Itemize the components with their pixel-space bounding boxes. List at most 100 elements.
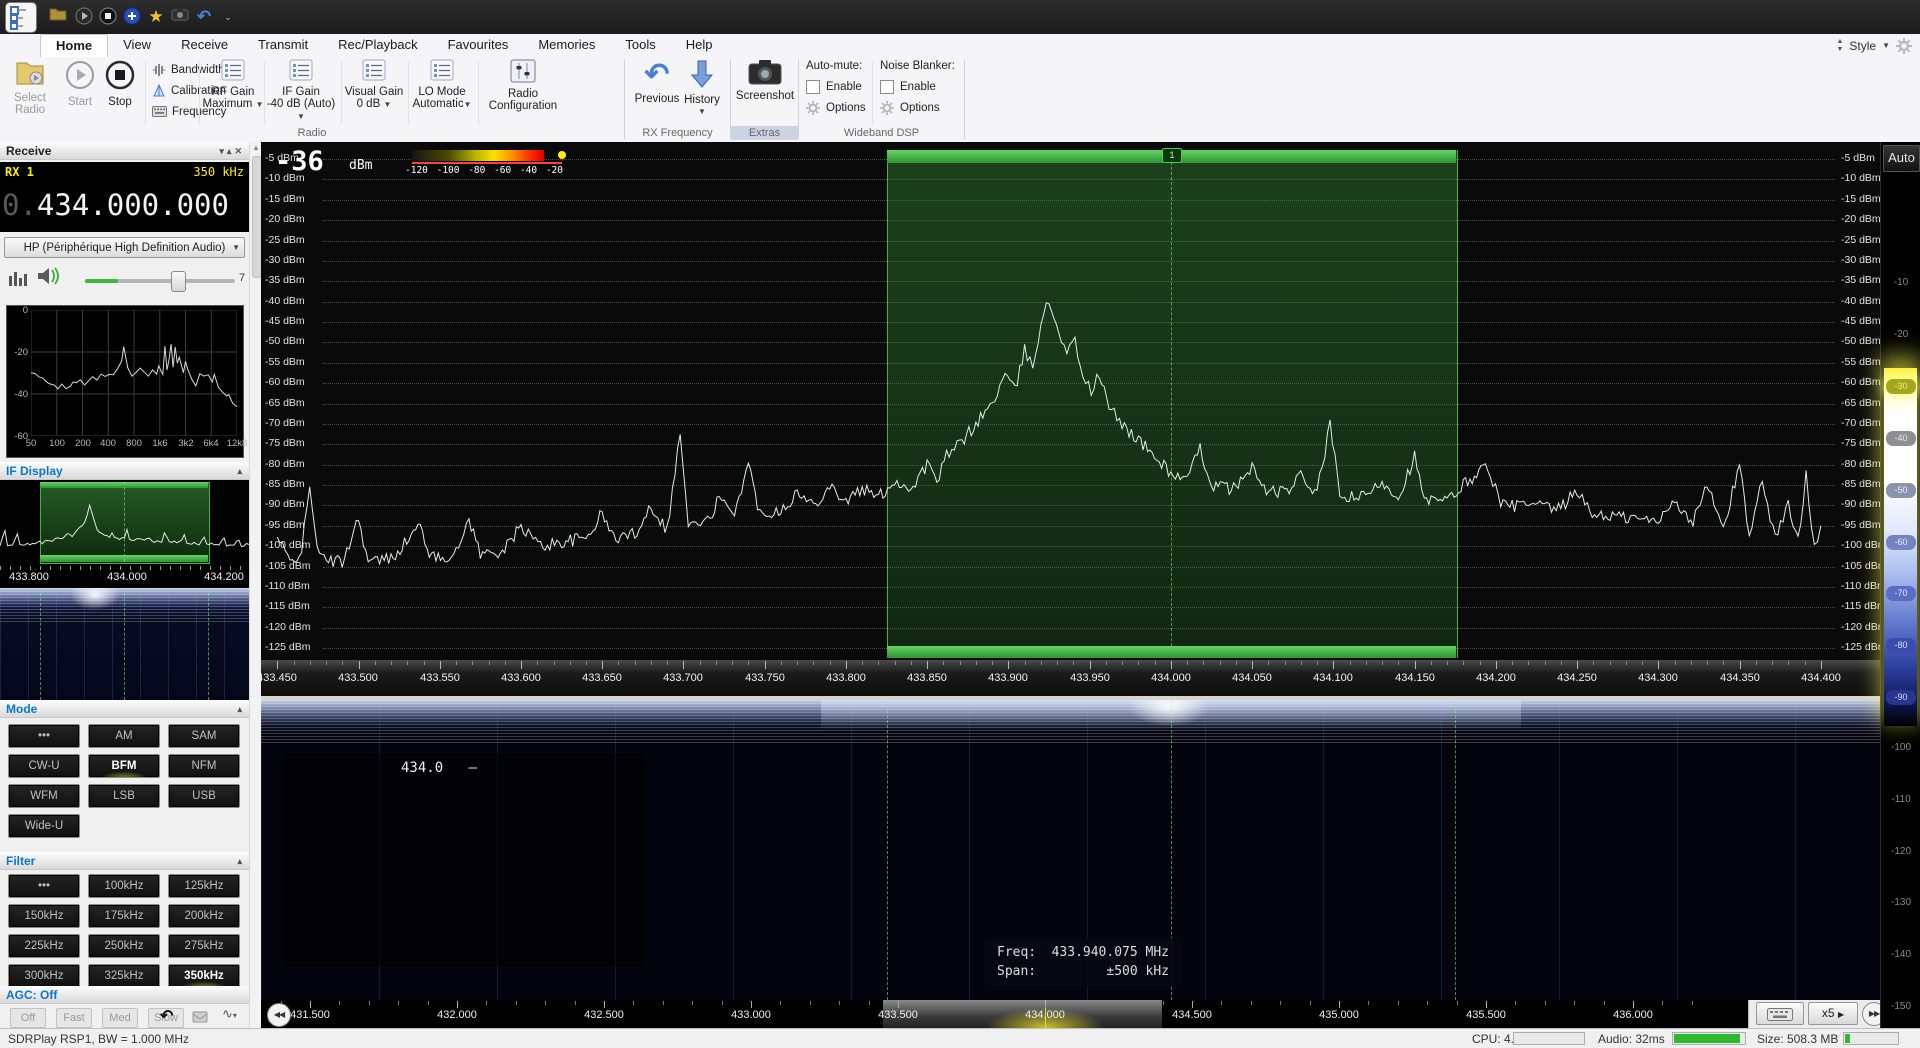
filter-button-200khz[interactable]: 200kHz bbox=[168, 904, 240, 928]
radio-configuration-button[interactable]: RadioConfiguration bbox=[482, 59, 564, 112]
volume-slider-handle[interactable] bbox=[171, 271, 186, 292]
mode-button-wide-u[interactable]: Wide-U bbox=[8, 814, 80, 838]
if-display-plot[interactable] bbox=[0, 480, 249, 566]
undo-icon[interactable]: ↶ bbox=[194, 7, 214, 27]
receive-panel-header[interactable]: Receive ▾▴✕ bbox=[0, 142, 249, 160]
band-navigation-bar[interactable]: 431.500432.000432.500433.000433.500434.0… bbox=[261, 1000, 1880, 1028]
speaker-icon[interactable] bbox=[36, 266, 60, 291]
mode-button-sam[interactable]: SAM bbox=[168, 724, 240, 748]
filter-button-175khz[interactable]: 175kHz bbox=[88, 904, 160, 928]
contrast-scale-pill[interactable]: -30 bbox=[1886, 379, 1916, 394]
agc-header[interactable]: AGC: Off bbox=[0, 986, 249, 1004]
mode-header[interactable]: Mode ▴ bbox=[0, 700, 249, 718]
select-radio-button[interactable]: SelectRadio bbox=[7, 59, 53, 116]
filter-button-150khz[interactable]: 150kHz bbox=[8, 904, 80, 928]
waveform-menu-icon[interactable]: ∿▾ bbox=[222, 1006, 237, 1022]
frequency-scale[interactable]: 433.450433.500433.550433.600433.650433.7… bbox=[261, 660, 1880, 696]
filter-button-350khz[interactable]: 350kHz bbox=[168, 964, 240, 988]
mode-button-wfm[interactable]: WFM bbox=[8, 784, 80, 808]
add-receiver-icon[interactable] bbox=[122, 7, 142, 27]
filter-button-275khz[interactable]: 275kHz bbox=[168, 934, 240, 958]
mode-button-usb[interactable]: USB bbox=[168, 784, 240, 808]
shift-left-button[interactable]: ◀◀ bbox=[267, 1003, 291, 1027]
mode-button-cw-u[interactable]: CW-U bbox=[8, 754, 80, 778]
tab-tools[interactable]: Tools bbox=[610, 34, 670, 56]
contrast-scale-pill[interactable]: -50 bbox=[1886, 483, 1916, 498]
panel-close-icon[interactable]: ✕ bbox=[234, 146, 245, 156]
rx-marker[interactable]: 1 bbox=[1162, 148, 1182, 163]
screenshot-button[interactable]: Screenshot bbox=[734, 59, 796, 102]
rf-gain-button[interactable]: RF Gain Maximum ▼ bbox=[202, 59, 264, 111]
if-gain-button[interactable]: IF Gain -40 dB (Auto) ▼ bbox=[263, 59, 339, 123]
noise-blanker-enable-checkbox[interactable]: Enable bbox=[880, 79, 936, 95]
stop-icon[interactable] bbox=[98, 7, 118, 27]
tab-memories[interactable]: Memories bbox=[523, 34, 610, 56]
app-logo-icon[interactable] bbox=[5, 2, 37, 33]
mode-button-nfm[interactable]: NFM bbox=[168, 754, 240, 778]
history-button[interactable]: History ▼ bbox=[680, 59, 724, 118]
lo-mode-button[interactable]: LO Mode Automatic▼ bbox=[410, 59, 474, 111]
tab-rec-playback[interactable]: Rec/Playback bbox=[323, 34, 432, 56]
contrast-scale-pill[interactable]: -40 bbox=[1886, 431, 1916, 446]
tab-transmit[interactable]: Transmit bbox=[243, 34, 323, 56]
play-icon[interactable] bbox=[74, 7, 94, 27]
mode-button-lsb[interactable]: LSB bbox=[88, 784, 160, 808]
if-display-header[interactable]: IF Display ▴ bbox=[0, 462, 249, 480]
tab-help[interactable]: Help bbox=[671, 34, 728, 56]
record-folder-icon[interactable] bbox=[192, 1010, 208, 1028]
favourite-star-icon[interactable]: ★ bbox=[146, 7, 166, 27]
contrast-scale-pill[interactable]: -60 bbox=[1886, 535, 1916, 550]
waterfall-display[interactable]: 434.0 – Freq:433.940.075 MHz Span:±500 k… bbox=[261, 700, 1880, 1000]
contrast-scale-pill[interactable]: -70 bbox=[1886, 586, 1916, 601]
collapse-icon[interactable]: ▴ bbox=[237, 704, 245, 714]
keyboard-entry-button[interactable] bbox=[1756, 1002, 1804, 1025]
stop-button[interactable]: Stop bbox=[101, 59, 139, 108]
if-waterfall[interactable] bbox=[0, 588, 249, 700]
agc-button-fast[interactable]: Fast bbox=[56, 1008, 92, 1028]
visual-gain-button[interactable]: Visual Gain 0 dB ▼ bbox=[342, 59, 406, 111]
panel-menu-icon[interactable]: ▾ bbox=[219, 146, 227, 156]
tab-receive[interactable]: Receive bbox=[166, 34, 243, 56]
spectrum-display[interactable]: 1 -5 dBm-10 dBm-15 dBm-20 dBm-25 dBm-30 … bbox=[261, 142, 1880, 660]
previous-frequency-button[interactable]: ↶ Previous bbox=[630, 59, 684, 105]
updown-chevrons-icon[interactable]: ▲▼ bbox=[1836, 38, 1843, 54]
mode-button-am[interactable]: AM bbox=[88, 724, 160, 748]
style-dropdown-icon[interactable]: ▼ bbox=[1882, 41, 1890, 50]
agc-button-med[interactable]: Med bbox=[102, 1008, 138, 1028]
mode-button-dots[interactable]: ••• bbox=[8, 724, 80, 748]
quickbar-dropdown-icon[interactable]: ⌄ bbox=[218, 7, 238, 27]
settings-gear-icon[interactable] bbox=[1896, 38, 1912, 54]
frequency-display[interactable]: RX 1 350 kHz 0.434.000.000 bbox=[0, 162, 249, 232]
auto-mute-enable-checkbox[interactable]: Enable bbox=[806, 79, 862, 95]
filter-button-dots[interactable]: ••• bbox=[8, 874, 80, 898]
auto-mute-options-button[interactable]: Options bbox=[806, 100, 866, 116]
shift-right-button[interactable]: ▶▶ bbox=[1862, 1002, 1880, 1026]
auto-gain-button[interactable]: Auto bbox=[1883, 145, 1920, 172]
audio-device-select[interactable]: HP (Périphérique High Definition Audio)▼ bbox=[4, 237, 245, 258]
collapse-icon[interactable]: ▴ bbox=[237, 856, 245, 866]
filter-button-250khz[interactable]: 250kHz bbox=[88, 934, 160, 958]
tab-view[interactable]: View bbox=[108, 34, 166, 56]
mode-button-bfm[interactable]: BFM bbox=[88, 754, 160, 778]
style-menu[interactable]: Style bbox=[1849, 39, 1876, 53]
collapse-icon[interactable]: ▴ bbox=[237, 466, 245, 476]
equalizer-icon[interactable] bbox=[8, 268, 30, 291]
zoom-level-button[interactable]: x5 ▶ bbox=[1808, 1002, 1858, 1025]
contrast-scale-pill[interactable]: -90 bbox=[1886, 690, 1916, 705]
contrast-scale-pill[interactable]: -80 bbox=[1886, 638, 1916, 653]
start-button[interactable]: Start bbox=[61, 59, 99, 108]
filter-button-125khz[interactable]: 125kHz bbox=[168, 874, 240, 898]
camera-icon[interactable] bbox=[170, 7, 190, 27]
tab-home[interactable]: Home bbox=[40, 34, 108, 58]
agc-button-off[interactable]: Off bbox=[10, 1008, 46, 1028]
filter-button-325khz[interactable]: 325kHz bbox=[88, 964, 160, 988]
undo-arrow-icon[interactable]: ↶ bbox=[160, 1006, 173, 1026]
filter-button-225khz[interactable]: 225kHz bbox=[8, 934, 80, 958]
tab-favourites[interactable]: Favourites bbox=[433, 34, 524, 56]
noise-blanker-options-button[interactable]: Options bbox=[880, 100, 940, 116]
filter-header[interactable]: Filter ▴ bbox=[0, 852, 249, 870]
filter-button-100khz[interactable]: 100kHz bbox=[88, 874, 160, 898]
tuned-frequency[interactable]: 0.434.000.000 bbox=[2, 188, 229, 222]
open-folder-icon[interactable] bbox=[48, 7, 68, 27]
filter-button-300khz[interactable]: 300kHz bbox=[8, 964, 80, 988]
